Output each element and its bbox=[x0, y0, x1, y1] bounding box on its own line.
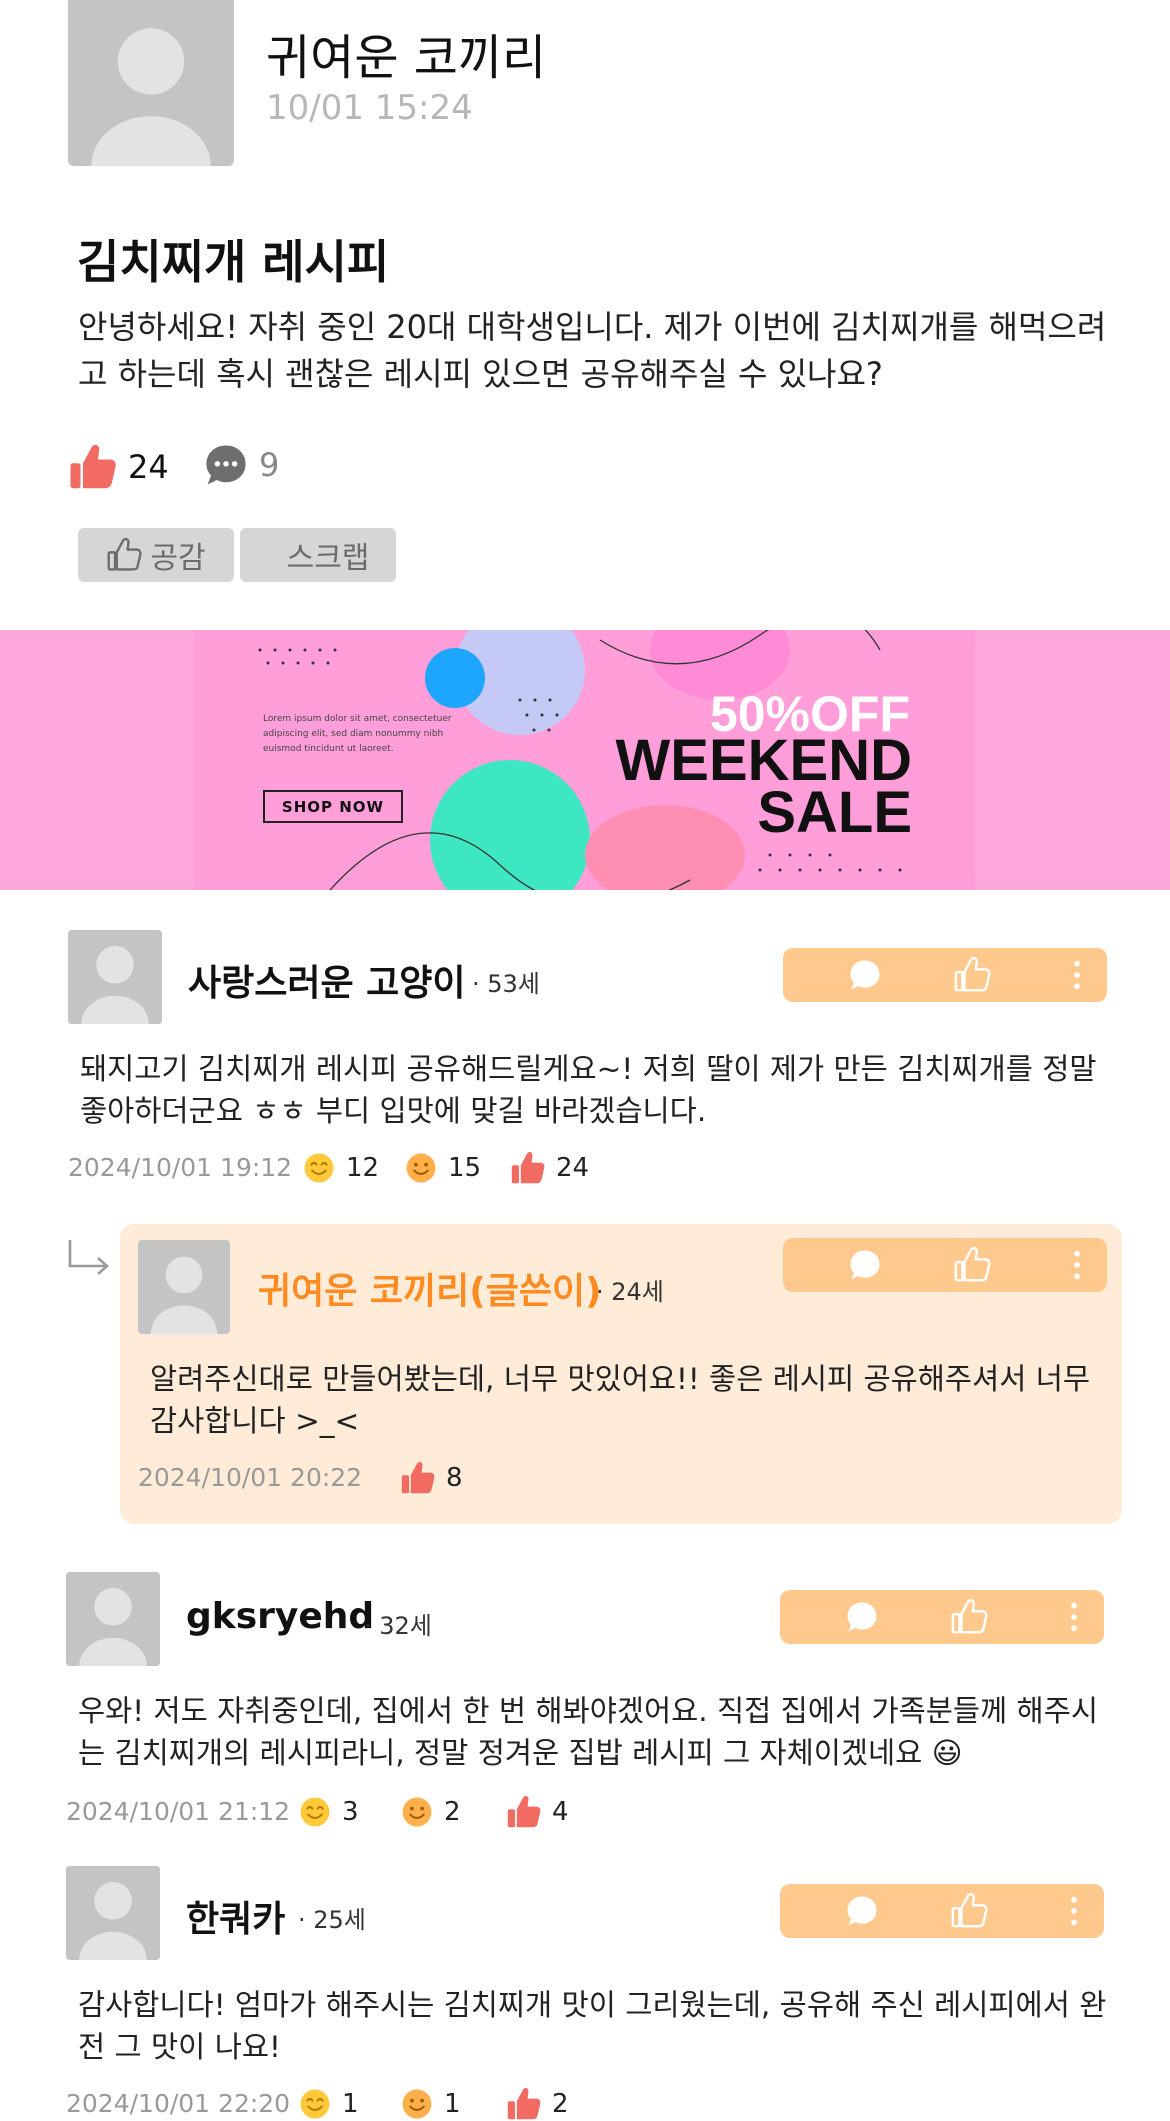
commenter-avatar[interactable] bbox=[66, 1572, 160, 1666]
laugh-count: 1 bbox=[444, 2089, 461, 2119]
more-options-icon[interactable] bbox=[1044, 1590, 1104, 1644]
commenter-name[interactable]: 한쿼카 bbox=[186, 1890, 285, 1942]
commenter-age: · 24세 bbox=[596, 1278, 664, 1306]
thumbs-up-icon bbox=[510, 1150, 546, 1186]
thumbs-up-icon bbox=[68, 442, 118, 492]
laugh-reaction[interactable]: 15 bbox=[404, 1150, 481, 1186]
banner-artwork bbox=[195, 630, 975, 890]
avatar-placeholder-icon bbox=[66, 1866, 160, 1960]
smile-reaction[interactable]: 3 bbox=[298, 1794, 359, 1830]
like-count: 2 bbox=[552, 2089, 569, 2119]
like-reaction[interactable]: 4 bbox=[506, 1794, 569, 1830]
smile-count: 1 bbox=[342, 2089, 359, 2119]
comment-action-bar bbox=[780, 1590, 1104, 1644]
like-reaction[interactable]: 24 bbox=[510, 1150, 589, 1186]
comment-date: 2024/10/01 21:12 bbox=[66, 1797, 291, 1826]
like-reaction[interactable]: 8 bbox=[400, 1460, 463, 1496]
thumbs-up-outline-icon[interactable] bbox=[942, 948, 1002, 1002]
avatar-placeholder-icon bbox=[66, 1572, 160, 1666]
thumbs-up-icon bbox=[506, 2086, 542, 2121]
commenter-avatar[interactable] bbox=[138, 1240, 230, 1334]
like-count: 4 bbox=[552, 1797, 569, 1827]
thumbs-up-outline-icon[interactable] bbox=[942, 1238, 1002, 1292]
comment-meta: 2024/10/01 22:20 1 1 2 bbox=[66, 2086, 766, 2121]
shop-now-button[interactable]: SHOP NOW bbox=[263, 790, 403, 823]
reply-icon[interactable] bbox=[835, 1238, 895, 1292]
comment-meta: 2024/10/01 19:12 12 15 24 bbox=[68, 1150, 768, 1186]
reply-icon[interactable] bbox=[832, 1884, 892, 1938]
smile-reaction[interactable]: 12 bbox=[302, 1150, 379, 1186]
comment-date: 2024/10/01 22:20 bbox=[66, 2089, 291, 2118]
banner-blurb: Lorem ipsum dolor sit amet, consectetuer… bbox=[263, 714, 452, 754]
comment-action-bar bbox=[780, 1884, 1104, 1938]
ad-banner[interactable]: Lorem ipsum dolor sit amet, consectetuer… bbox=[0, 630, 1170, 890]
banner-headline-sale: SALE bbox=[757, 780, 912, 845]
post-title: 김치찌개 레시피 bbox=[77, 235, 390, 289]
commenter-avatar[interactable] bbox=[66, 1866, 160, 1960]
reply-icon[interactable] bbox=[832, 1590, 892, 1644]
commenter-avatar[interactable] bbox=[68, 930, 162, 1024]
laugh-face-icon bbox=[400, 1795, 434, 1829]
post-author-name[interactable]: 귀여운 코끼리 bbox=[266, 18, 546, 88]
comment-action-bar bbox=[783, 1238, 1107, 1292]
laugh-count: 15 bbox=[448, 1153, 482, 1183]
more-options-icon[interactable] bbox=[1047, 948, 1107, 1002]
more-options-icon[interactable] bbox=[1047, 1238, 1107, 1292]
avatar-placeholder-icon bbox=[138, 1240, 230, 1334]
commenter-age: · 32세 bbox=[364, 1612, 432, 1640]
author-reply: 귀여운 코끼리(글쓴이) · 24세 알려주신대로 만들어봤는데, 너무 맛있어… bbox=[120, 1224, 1122, 1524]
scrap-label: 스크랩 bbox=[286, 541, 370, 576]
more-options-icon[interactable] bbox=[1044, 1884, 1104, 1938]
like-count: 24 bbox=[128, 448, 169, 486]
comment-meta: 2024/10/01 20:22 8 bbox=[138, 1460, 838, 1496]
smile-count: 3 bbox=[342, 1797, 359, 1827]
post-body: 안녕하세요! 자취 중인 20대 대학생입니다. 제가 이번에 김치찌개를 해먹… bbox=[78, 308, 1107, 393]
comment-count: 9 bbox=[259, 446, 280, 484]
comment-meta: 2024/10/01 21:12 3 2 4 bbox=[66, 1794, 766, 1830]
thumbs-up-outline-icon[interactable] bbox=[939, 1884, 999, 1938]
avatar-placeholder-icon bbox=[68, 930, 162, 1024]
author-avatar[interactable] bbox=[68, 0, 234, 166]
laugh-face-icon bbox=[400, 2087, 434, 2121]
comment-text: 감사합니다! 엄마가 해주시는 김치찌개 맛이 그리웠는데, 공유해 주신 레시… bbox=[78, 1988, 1107, 2064]
empathy-label: 공감 bbox=[150, 541, 206, 576]
thumbs-up-icon bbox=[506, 1794, 542, 1830]
reply-icon[interactable] bbox=[835, 948, 895, 1002]
laugh-reaction[interactable]: 2 bbox=[400, 1794, 461, 1830]
like-count: 8 bbox=[446, 1463, 463, 1493]
like-count: 24 bbox=[556, 1153, 590, 1183]
thumbs-up-outline-icon bbox=[106, 537, 142, 573]
reply-author-name[interactable]: 귀여운 코끼리(글쓴이) bbox=[258, 1262, 602, 1314]
empathy-button[interactable]: 공감 bbox=[78, 528, 234, 582]
scrap-button[interactable]: 스크랩 bbox=[240, 528, 396, 582]
commenter-name[interactable]: gksryehd bbox=[186, 1596, 374, 1637]
comment-date: 2024/10/01 20:22 bbox=[138, 1463, 363, 1492]
thumbs-up-outline-icon[interactable] bbox=[939, 1590, 999, 1644]
comment-count-stat: 9 bbox=[203, 442, 279, 488]
comment-text: 알려주신대로 만들어봤는데, 너무 맛있어요!! 좋은 레시피 공유해주셔서 너… bbox=[150, 1362, 1091, 1438]
like-count-stat: 24 bbox=[68, 442, 169, 492]
laugh-count: 2 bbox=[444, 1797, 461, 1827]
smile-face-icon bbox=[298, 1795, 332, 1829]
post-timestamp: 10/01 15:24 bbox=[266, 88, 473, 128]
post-stats: 24 9 bbox=[68, 442, 468, 494]
commenter-age: · 25세 bbox=[298, 1906, 366, 1934]
reply-arrow-icon bbox=[68, 1240, 109, 1275]
commenter-age: · 53세 bbox=[472, 970, 540, 998]
thumbs-up-icon bbox=[400, 1460, 436, 1496]
comment-action-bar bbox=[783, 948, 1107, 1002]
comment-bubble-icon bbox=[203, 442, 249, 488]
avatar-placeholder-icon bbox=[68, 0, 234, 166]
smile-count: 12 bbox=[346, 1153, 380, 1183]
laugh-face-icon bbox=[404, 1151, 438, 1185]
comment-text: 우와! 저도 자취중인데, 집에서 한 번 해봐야겠어요. 직접 집에서 가족분… bbox=[78, 1694, 1098, 1770]
smile-face-icon bbox=[302, 1151, 336, 1185]
smile-face-icon bbox=[298, 2087, 332, 2121]
laugh-reaction[interactable]: 1 bbox=[400, 2086, 461, 2121]
comment-date: 2024/10/01 19:12 bbox=[68, 1153, 293, 1182]
smile-reaction[interactable]: 1 bbox=[298, 2086, 359, 2121]
commenter-name[interactable]: 사랑스러운 고양이 bbox=[188, 954, 466, 1006]
like-reaction[interactable]: 2 bbox=[506, 2086, 569, 2121]
comment-text: 돼지고기 김치찌개 레시피 공유해드릴게요~! 저희 딸이 제가 만든 김치찌개… bbox=[80, 1052, 1097, 1128]
